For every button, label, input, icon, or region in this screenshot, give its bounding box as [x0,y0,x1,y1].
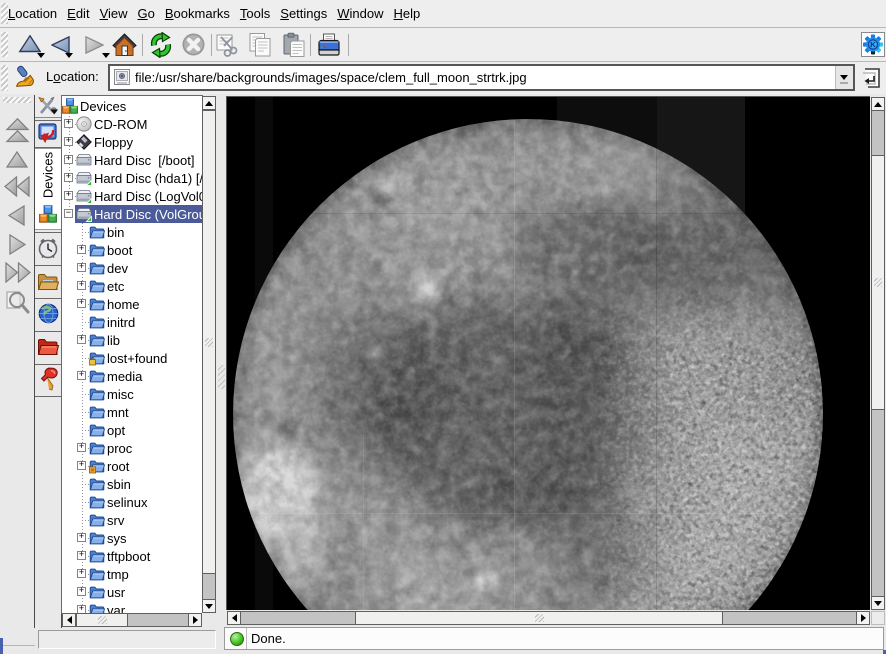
svg-text:K: K [870,40,876,49]
